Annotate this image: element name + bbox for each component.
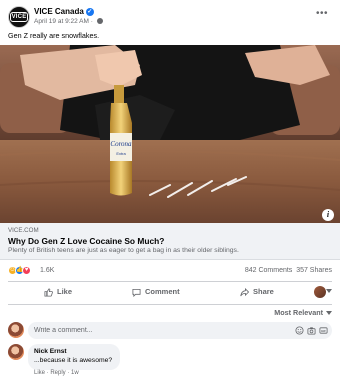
gif-icon[interactable]: GIF [319,326,328,335]
post-header: VICE VICE Canada ✓ April 19 at 9:22 AM · … [8,6,332,30]
comment-author[interactable]: Nick Ernst [34,348,67,355]
more-options-button[interactable]: ••• [314,8,330,24]
link-preview-image[interactable]: Corona Extra i [0,45,340,223]
comment-sort-dropdown[interactable]: Most Relevant [274,308,332,317]
comment-button[interactable]: Comment [132,287,180,297]
current-user-avatar[interactable] [8,322,24,338]
thumbs-up-icon [44,288,53,297]
comment-input[interactable] [34,322,274,339]
verified-badge-icon: ✓ [85,7,94,16]
link-title[interactable]: Why Do Gen Z Love Cocaine So Much? [8,236,164,246]
divider [8,304,332,305]
post-timestamp[interactable]: April 19 at 9:22 AM [34,18,89,25]
share-button[interactable]: Share [240,287,274,297]
reaction-identity-avatar[interactable] [314,286,326,298]
commenter-avatar[interactable] [8,344,24,360]
page-name-link[interactable]: VICE Canada [34,7,84,16]
page-avatar[interactable]: VICE [8,6,30,28]
emoji-icon[interactable] [295,326,304,335]
vice-logo-icon: VICE [9,12,29,22]
link-domain: VICE.COM [8,227,39,234]
chevron-down-icon [326,311,332,316]
chevron-down-icon[interactable] [326,289,332,293]
comment-input-box: GIF [28,322,332,339]
like-button[interactable]: Like [44,287,72,297]
comment-bubble: Nick Ernst ...because it is awesome? [28,344,120,370]
comment-actions[interactable]: Like · Reply · 1w [34,370,79,376]
link-card[interactable]: VICE.COM Why Do Gen Z Love Cocaine So Mu… [0,223,340,260]
share-count-link[interactable]: 357 Shares [296,267,332,274]
post-caption: Gen Z really are snowflakes. [8,31,100,40]
reaction-count[interactable]: 1.6K [40,267,54,274]
comment-icon [132,288,141,297]
share-icon [240,287,249,296]
info-icon[interactable]: i [322,209,334,221]
comment-text: ...because it is awesome? [34,357,113,364]
love-reaction-icon: ♥ [22,266,31,275]
reaction-summary: ☺ 👍 ♥ 1.6K 842 Comments 357 Shares [8,264,332,278]
comment-count-link[interactable]: 842 Comments [245,267,292,274]
action-bar: Like Comment Share [8,284,332,304]
preview-photo: Corona Extra [0,45,340,223]
svg-text:Corona: Corona [110,140,132,148]
globe-icon [96,18,103,25]
camera-icon[interactable] [307,326,316,335]
svg-text:GIF: GIF [321,329,326,333]
link-description: Plenty of British teens are just as eage… [8,247,239,254]
svg-text:Extra: Extra [116,151,126,156]
divider [8,281,332,282]
